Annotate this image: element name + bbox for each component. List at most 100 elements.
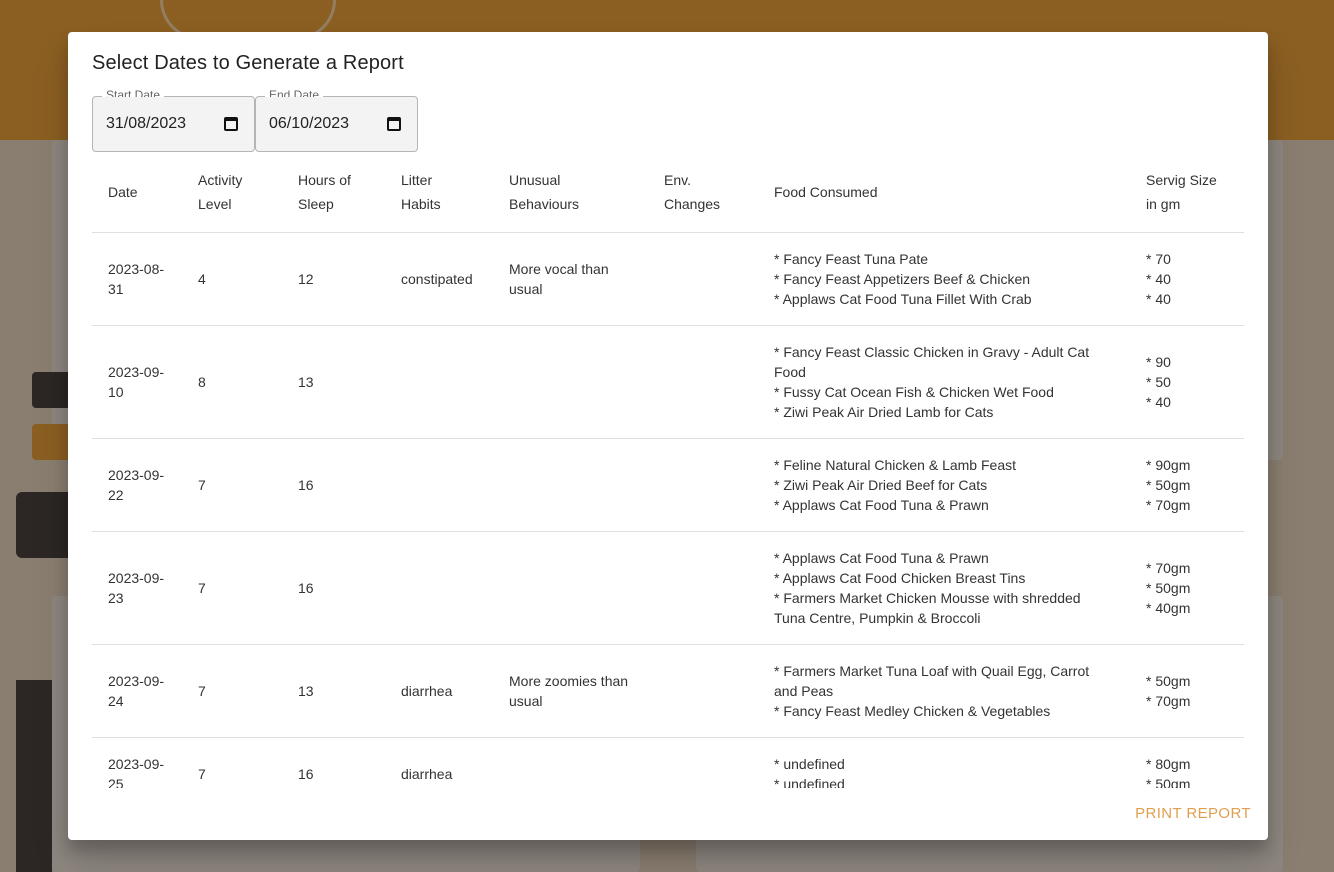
table-row: 2023-09-22 7 16 * Feline Natural Chicken… — [92, 438, 1244, 532]
cell-date: 2023-09-24 — [92, 644, 182, 738]
cell-date: 2023-09-25 — [92, 737, 182, 788]
cell-litter: diarrhea — [385, 644, 493, 738]
food-item: * Fancy Feast Tuna Pate — [774, 251, 929, 267]
report-table: Date Activity Level Hours of Sleep Litter H… — [92, 160, 1244, 788]
header-date-label: Date — [108, 184, 138, 200]
table-row: 2023-08-31 4 12 constipated More vocal t… — [92, 232, 1244, 326]
food-item: * Applaws Cat Food Tuna Fillet With Crab — [774, 291, 1032, 307]
report-table-container[interactable]: Date Activity Level Hours of Sleep Litter H… — [92, 160, 1244, 788]
cell-date: 2023-09-22 — [92, 438, 182, 532]
header-sleep: Hours of Sleep — [282, 160, 385, 233]
cell-sleep: 12 — [282, 232, 385, 326]
header-litter-line: Litter — [401, 172, 433, 188]
header-date: Date — [92, 160, 182, 233]
serving-item: * 90gm — [1146, 457, 1191, 473]
food-item: * undefined — [774, 776, 845, 788]
cell-date: 2023-09-23 — [92, 531, 182, 645]
cell-unusual: More vocal than usual — [493, 232, 648, 326]
cell-food: * Applaws Cat Food Tuna & Prawn * Applaw… — [758, 531, 1130, 645]
food-item: * Ziwi Peak Air Dried Beef for Cats — [774, 477, 988, 493]
serving-item: * 40 — [1146, 271, 1171, 287]
end-date-field[interactable]: End Date 06/10/2023 — [255, 89, 418, 152]
food-item: * Applaws Cat Food Chicken Breast Tins — [774, 570, 1026, 586]
serving-item: * 70gm — [1146, 693, 1191, 709]
cell-sleep: 16 — [282, 531, 385, 645]
header-food: Food Consumed — [758, 160, 1130, 233]
header-activity-line: Activity — [198, 172, 243, 188]
cell-unusual: More zoomies than usual — [493, 644, 648, 738]
cell-sleep: 16 — [282, 737, 385, 788]
food-item: * Feline Natural Chicken & Lamb Feast — [774, 457, 1016, 473]
serving-item: * 70 — [1146, 251, 1171, 267]
food-item: * Applaws Cat Food Tuna & Prawn — [774, 550, 989, 566]
cell-env — [648, 325, 758, 439]
table-row: 2023-09-25 7 16 diarrhea * undefined * u… — [92, 737, 1244, 788]
cell-litter — [385, 531, 493, 645]
table-header-row: Date Activity Level Hours of Sleep Litter H… — [92, 160, 1244, 233]
cell-activity: 4 — [182, 232, 282, 326]
serving-item: * 70gm — [1146, 560, 1191, 576]
end-date-label: End Date — [265, 89, 324, 97]
print-report-button[interactable]: PRINT REPORT — [1135, 805, 1251, 822]
food-item: * Applaws Cat Food Tuna & Prawn — [774, 497, 989, 513]
cell-sleep: 13 — [282, 644, 385, 738]
cell-activity: 8 — [182, 325, 282, 439]
cell-sleep: 13 — [282, 325, 385, 439]
backdrop-edge — [16, 680, 52, 872]
food-item: * undefined — [774, 756, 845, 772]
serving-item: * 80gm — [1146, 756, 1191, 772]
calendar-icon[interactable] — [224, 117, 238, 131]
cell-litter: diarrhea — [385, 737, 493, 788]
report-dialog: Select Dates to Generate a Report Start … — [68, 32, 1268, 840]
header-serving-line: in gm — [1146, 196, 1181, 212]
cell-unusual — [493, 737, 648, 788]
serving-item: * 50 — [1146, 374, 1171, 390]
header-unusual-line: Unusual — [509, 172, 561, 188]
cell-serving: * 50gm * 70gm — [1130, 644, 1244, 738]
serving-item: * 50gm — [1146, 776, 1191, 788]
end-date-value[interactable]: 06/10/2023 — [269, 115, 349, 133]
dialog-title: Select Dates to Generate a Report — [92, 52, 404, 74]
cell-activity: 7 — [182, 644, 282, 738]
start-date-value[interactable]: 31/08/2023 — [106, 115, 186, 133]
header-activity: Activity Level — [182, 160, 282, 233]
cell-litter — [385, 438, 493, 532]
cell-serving: * 70gm * 50gm * 40gm — [1130, 531, 1244, 645]
serving-item: * 50gm — [1146, 673, 1191, 689]
header-env: Env. Changes — [648, 160, 758, 233]
serving-item: * 50gm — [1146, 477, 1191, 493]
cell-unusual — [493, 531, 648, 645]
header-litter: Litter Habits — [385, 160, 493, 233]
cell-serving: * 70 * 40 * 40 — [1130, 232, 1244, 326]
cell-env — [648, 737, 758, 788]
start-date-label: Start Date — [102, 89, 165, 97]
food-item: * Fancy Feast Appetizers Beef & Chicken — [774, 271, 1031, 287]
header-env-line: Env. — [664, 172, 691, 188]
cell-food: * Farmers Market Tuna Loaf with Quail Eg… — [758, 644, 1130, 738]
cell-litter: constipated — [385, 232, 493, 326]
header-serving: Servig Size in gm — [1130, 160, 1244, 233]
cell-env — [648, 644, 758, 738]
calendar-icon[interactable] — [387, 117, 401, 131]
start-date-field[interactable]: Start Date 31/08/2023 — [92, 89, 255, 152]
cell-serving: * 90 * 50 * 40 — [1130, 325, 1244, 439]
cell-serving: * 90gm * 50gm * 70gm — [1130, 438, 1244, 532]
serving-item: * 40gm — [1146, 600, 1191, 616]
food-item: * Farmers Market Chicken Mousse with shr… — [774, 590, 1081, 626]
cell-food: * undefined * undefined — [758, 737, 1130, 788]
cell-date: 2023-09-10 — [92, 325, 182, 439]
serving-item: * 70gm — [1146, 497, 1191, 513]
cell-sleep: 16 — [282, 438, 385, 532]
food-item: * Fancy Feast Classic Chicken in Gravy -… — [774, 344, 1090, 380]
header-unusual-line: Behaviours — [509, 196, 580, 212]
food-item: * Fussy Cat Ocean Fish & Chicken Wet Foo… — [774, 384, 1054, 400]
table-row: 2023-09-24 7 13 diarrhea More zoomies th… — [92, 644, 1244, 738]
food-item: * Ziwi Peak Air Dried Lamb for Cats — [774, 404, 994, 420]
table-row: 2023-09-10 8 13 * Fancy Feast Classic Ch… — [92, 325, 1244, 439]
table-row: 2023-09-23 7 16 * Applaws Cat Food Tuna … — [92, 531, 1244, 645]
header-litter-line: Habits — [401, 196, 441, 212]
cell-serving: * 80gm * 50gm — [1130, 737, 1244, 788]
cell-env — [648, 531, 758, 645]
header-food-label: Food Consumed — [774, 184, 878, 200]
header-sleep-line: Sleep — [298, 196, 334, 212]
